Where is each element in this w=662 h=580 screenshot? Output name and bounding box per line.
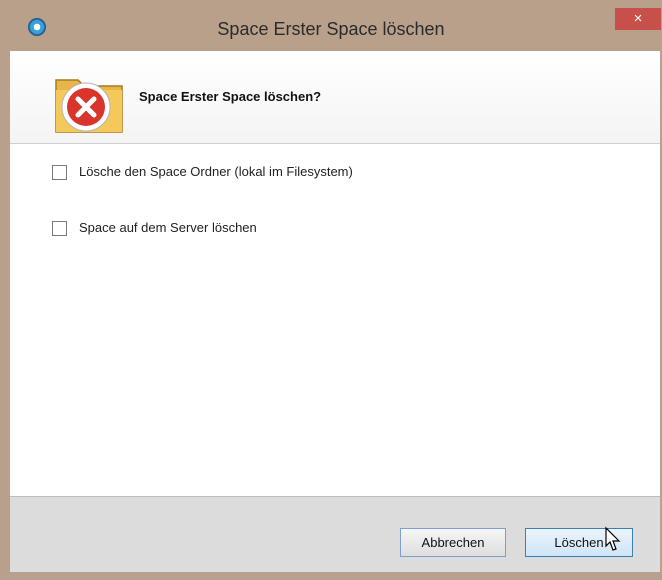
mouse-pointer-icon [605, 526, 621, 551]
window-title: Space Erster Space löschen [217, 19, 445, 39]
checkbox-delete-local-folder[interactable] [52, 165, 67, 180]
title-bar[interactable]: Space Erster Space löschen × [0, 0, 662, 50]
cancel-button[interactable]: Abbrechen [400, 528, 506, 557]
checkbox-delete-on-server[interactable] [52, 221, 67, 236]
option-label: Lösche den Space Ordner (lokal im Filesy… [79, 164, 353, 179]
close-button[interactable]: × [615, 8, 661, 30]
dialog-message: Space Erster Space löschen? [139, 89, 322, 104]
option-label: Space auf dem Server löschen [79, 220, 257, 235]
dialog-content: Space Erster Space löschen? Lösche den S… [10, 51, 660, 572]
button-bar: Abbrechen Löschen [10, 496, 660, 572]
delete-folder-icon [55, 79, 123, 133]
dialog-window: Space Erster Space löschen × Space Erste… [0, 0, 662, 580]
dialog-header: Space Erster Space löschen? [10, 51, 660, 144]
